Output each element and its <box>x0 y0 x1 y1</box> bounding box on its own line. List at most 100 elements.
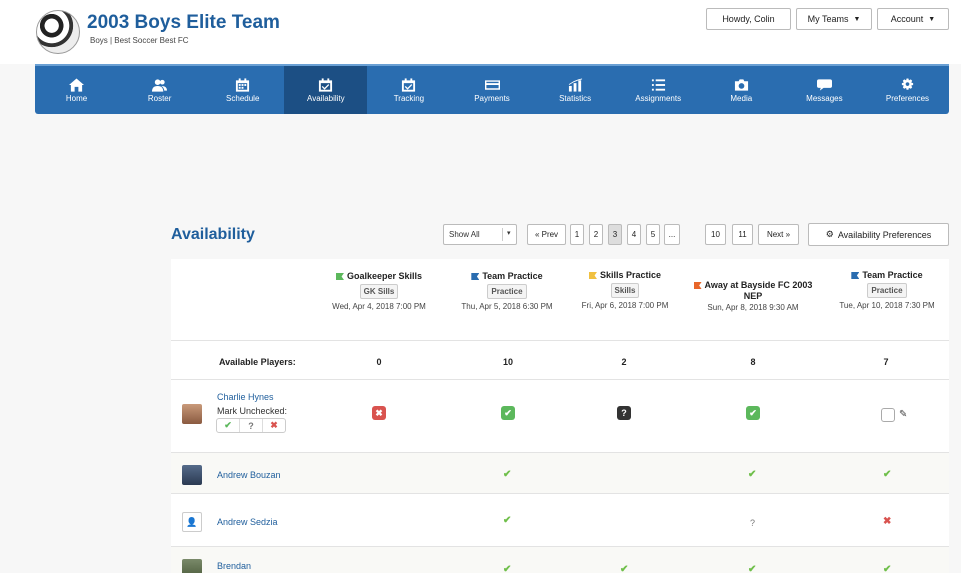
team-name[interactable]: 2003 Boys Elite Team <box>87 12 280 34</box>
flag-icon <box>335 273 344 280</box>
pencil-icon[interactable]: ✎ <box>899 409 907 420</box>
calendar-check-icon <box>402 77 416 92</box>
nav-label: Payments <box>474 93 510 103</box>
calendar-check-icon <box>319 77 333 92</box>
page-button-3[interactable]: 3 <box>608 224 622 245</box>
check-icon: ✔ <box>883 469 892 480</box>
next-page-button[interactable]: Next » <box>758 224 799 245</box>
event-header: Goalkeeper Skills GK Sills Wed, Apr 4, 2… <box>316 271 442 312</box>
check-icon: ✔ <box>748 469 757 480</box>
nav-label: Statistics <box>559 93 592 103</box>
nav-label: Messages <box>806 93 843 103</box>
check-icon: ✔ <box>883 564 892 573</box>
nav-label: Availability <box>307 93 345 103</box>
account-button[interactable]: Account ▼ <box>877 8 949 30</box>
unchecked-box[interactable] <box>881 408 895 422</box>
gear-icon <box>901 77 914 90</box>
unavailable-box[interactable]: ✖ <box>372 406 386 420</box>
my-teams-label: My Teams <box>807 14 849 24</box>
event-title[interactable]: Team Practice <box>482 271 542 281</box>
available-box[interactable]: ✔ <box>746 406 760 420</box>
table-row <box>171 453 949 493</box>
available-count: 10 <box>502 357 513 367</box>
divider <box>171 379 949 380</box>
chat-icon <box>816 78 832 91</box>
howdy-button[interactable]: Howdy, Colin <box>706 8 791 30</box>
page-button-1[interactable]: 1 <box>570 224 584 245</box>
event-title[interactable]: Team Practice <box>862 270 922 280</box>
event-header: Away at Bayside FC 2003 NEP Sun, Apr 8, … <box>693 280 813 313</box>
nav-preferences[interactable]: Preferences <box>866 66 949 114</box>
mark-unchecked-label: Mark Unchecked: <box>217 406 288 416</box>
nav-label: Roster <box>147 93 172 103</box>
nav-payments[interactable]: Payments <box>450 66 533 114</box>
event-title[interactable]: Skills Practice <box>600 270 661 280</box>
mark-no-button[interactable]: ✖ <box>263 419 285 432</box>
availability-preferences-button[interactable]: ⚙ Availability Preferences <box>808 223 949 246</box>
my-teams-button[interactable]: My Teams ▼ <box>796 8 872 30</box>
available-players-label: Available Players: <box>219 357 296 367</box>
mark-unchecked-group: ✔ ? ✖ <box>216 418 286 433</box>
avatar <box>182 465 202 485</box>
bar-chart-icon <box>568 77 582 92</box>
maybe-box[interactable]: ? <box>617 406 631 420</box>
mark-maybe-button[interactable]: ? <box>240 419 263 432</box>
team-subtitle: Boys | Best Soccer Best FC <box>90 36 189 45</box>
event-title[interactable]: Goalkeeper Skills <box>347 271 422 281</box>
event-tag: Practice <box>867 283 907 298</box>
page-button-11[interactable]: 11 <box>732 224 753 245</box>
available-count: 0 <box>376 357 382 367</box>
prev-page-button[interactable]: « Prev <box>527 224 566 245</box>
page-ellipsis: ... <box>664 224 680 245</box>
preferences-label: Availability Preferences <box>837 229 932 240</box>
event-date: Sun, Apr 8, 2018 9:30 AM <box>707 303 799 312</box>
nav-statistics[interactable]: Statistics <box>534 66 617 114</box>
event-tag: Practice <box>487 284 527 299</box>
event-date: Wed, Apr 4, 2018 7:00 PM <box>332 302 426 311</box>
nav-roster[interactable]: Roster <box>118 66 201 114</box>
event-title[interactable]: Away at Bayside FC 2003 NEP <box>705 280 813 301</box>
page-button-2[interactable]: 2 <box>589 224 603 245</box>
check-icon: ✔ <box>503 469 512 480</box>
show-all-select[interactable]: Show All ▾ <box>443 224 517 245</box>
show-all-label: Show All <box>449 230 480 239</box>
home-icon <box>69 77 85 92</box>
nav-schedule[interactable]: Schedule <box>201 66 284 114</box>
available-count: 8 <box>750 357 756 367</box>
flag-icon <box>588 272 597 279</box>
avatar-placeholder-icon: 👤 <box>182 512 202 532</box>
page-button-5[interactable]: 5 <box>646 224 660 245</box>
check-icon: ✔ <box>620 564 629 573</box>
team-logo-icon[interactable] <box>36 10 80 54</box>
select-arrow-icon: ▾ <box>507 230 511 237</box>
player-name[interactable]: Charlie Hynes <box>217 392 274 402</box>
page-button-10[interactable]: 10 <box>705 224 726 245</box>
flag-icon <box>471 273 480 280</box>
nav-assignments[interactable]: Assignments <box>617 66 700 114</box>
nav-messages[interactable]: Messages <box>783 66 866 114</box>
event-date: Thu, Apr 5, 2018 6:30 PM <box>461 302 553 311</box>
player-name[interactable]: Andrew Sedzia <box>217 517 278 527</box>
nav-home[interactable]: Home <box>35 66 118 114</box>
question-icon: ? <box>750 518 756 528</box>
event-tag: GK Sills <box>359 284 399 299</box>
flag-icon <box>851 272 860 279</box>
event-date: Tue, Apr 10, 2018 7:30 PM <box>839 301 935 310</box>
player-name[interactable]: Brendan <box>217 561 251 571</box>
mark-yes-button[interactable]: ✔ <box>217 419 240 432</box>
caret-down-icon: ▼ <box>928 15 936 23</box>
check-icon: ✔ <box>748 564 757 573</box>
nav-label: Preferences <box>885 93 930 103</box>
cross-icon: ✖ <box>883 516 892 527</box>
nav-availability[interactable]: Availability <box>284 66 368 114</box>
page-button-4[interactable]: 4 <box>627 224 641 245</box>
available-box[interactable]: ✔ <box>501 406 515 420</box>
nav-tracking[interactable]: Tracking <box>367 66 450 114</box>
camera-icon <box>734 78 748 91</box>
check-icon: ✔ <box>503 564 512 573</box>
howdy-label: Howdy, Colin <box>722 14 775 24</box>
player-name[interactable]: Andrew Bouzan <box>217 470 281 480</box>
list-icon <box>651 78 665 91</box>
caret-down-icon: ▼ <box>853 15 861 23</box>
nav-media[interactable]: Media <box>700 66 783 114</box>
